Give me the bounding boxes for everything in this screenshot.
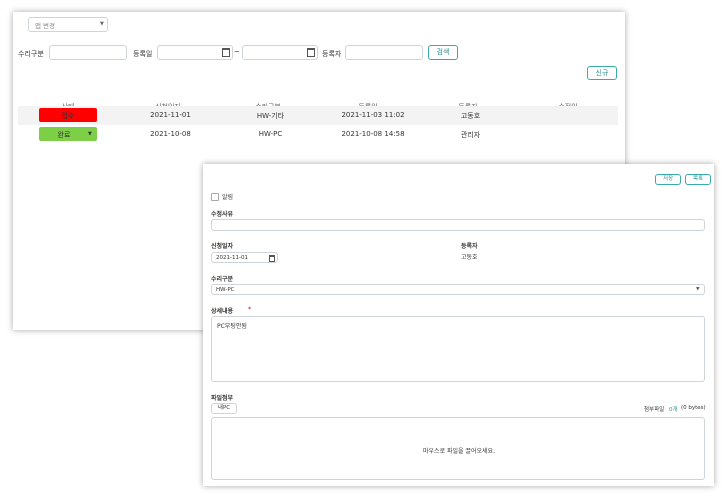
notify-checkbox[interactable] <box>211 193 219 201</box>
cell-reg-date: 2021-10-08 14:58 <box>341 130 405 138</box>
search-button[interactable]: 검색 <box>428 45 458 60</box>
chevron-down-icon: ▼ <box>100 21 104 27</box>
reg-date-end-input[interactable] <box>242 45 318 60</box>
status-label: 완료 <box>57 131 71 139</box>
status-select-green[interactable]: 완료 ▼ <box>39 127 97 141</box>
status-select-red[interactable]: 접수 <box>39 108 97 122</box>
cell-registrant: 고동호 <box>460 112 481 120</box>
detail-label: 상세내용 <box>211 308 234 315</box>
registrant-label: 등록자 <box>461 243 478 250</box>
request-date-value: 2021-11-01 <box>216 255 248 261</box>
drop-zone-text: 마우스로 파일을 끌어오세요. <box>423 448 495 455</box>
cell-registrant: 관리자 <box>460 131 481 139</box>
request-date-input[interactable]: 2021-11-01 <box>211 252 278 263</box>
registrant-filter-label: 등록자 <box>322 50 342 58</box>
calendar-icon[interactable] <box>307 48 315 57</box>
edit-reason-input[interactable] <box>211 219 705 231</box>
list-button[interactable]: 목록 <box>685 174 711 185</box>
cell-reg-date: 2021-11-03 11:02 <box>341 111 405 119</box>
registrant-value: 고동호 <box>461 254 478 261</box>
reg-date-filter-label: 등록일 <box>133 50 153 58</box>
calendar-icon[interactable] <box>269 255 275 262</box>
cell-repair-type: HW-기타 <box>256 112 285 120</box>
file-drop-zone[interactable]: 마우스로 파일을 끌어오세요. <box>211 417 705 480</box>
request-date-label: 신청일자 <box>211 243 234 250</box>
repair-type-filter-input[interactable] <box>49 45 127 60</box>
attach-size: (0 bytes) <box>681 405 706 411</box>
save-button[interactable]: 저장 <box>655 174 681 185</box>
calendar-icon[interactable] <box>222 48 230 57</box>
table-row[interactable]: 접수 2021-11-01 HW-기타 2021-11-03 11:02 고동호 <box>18 106 618 125</box>
required-mark: * <box>248 306 252 313</box>
date-range-separator: ~ <box>234 48 240 56</box>
repair-type-value: HW-PC <box>216 287 235 293</box>
repair-type-label: 수리구분 <box>211 276 234 283</box>
chevron-down-icon: ▼ <box>88 131 92 137</box>
chevron-down-icon: ▼ <box>696 287 700 292</box>
repair-type-select[interactable]: HW-PC ▼ <box>211 284 705 295</box>
cell-repair-type: HW-PC <box>258 130 283 138</box>
detail-textarea[interactable]: PC부팅안됨 <box>211 316 705 382</box>
attach-label: 파일첨부 <box>211 395 234 402</box>
app-select[interactable]: 앱 변경 ▼ <box>28 17 108 32</box>
notify-label: 알림 <box>222 194 234 201</box>
cell-request-date: 2021-10-08 <box>150 130 191 138</box>
registrant-filter-input[interactable] <box>345 45 423 60</box>
reg-date-start-input[interactable] <box>157 45 233 60</box>
cell-request-date: 2021-11-01 <box>150 111 191 119</box>
attach-count: 0개 <box>669 407 678 413</box>
status-label: 접수 <box>61 112 75 120</box>
attach-info-label: 첨부파일 <box>644 407 665 413</box>
app-select-value: 앱 변경 <box>35 22 56 30</box>
edit-reason-label: 수정사유 <box>211 211 234 218</box>
form-panel: 저장 목록 알림 수정사유 신청일자 2021-11-01 등록자 고동호 수리… <box>203 164 714 486</box>
detail-value: PC부팅안됨 <box>217 323 247 330</box>
new-button[interactable]: 신규 <box>587 66 617 80</box>
table-row[interactable]: 완료 ▼ 2021-10-08 HW-PC 2021-10-08 14:58 관… <box>18 125 618 144</box>
my-pc-button[interactable]: 내PC <box>211 403 237 414</box>
repair-type-filter-label: 수리구분 <box>18 50 44 58</box>
